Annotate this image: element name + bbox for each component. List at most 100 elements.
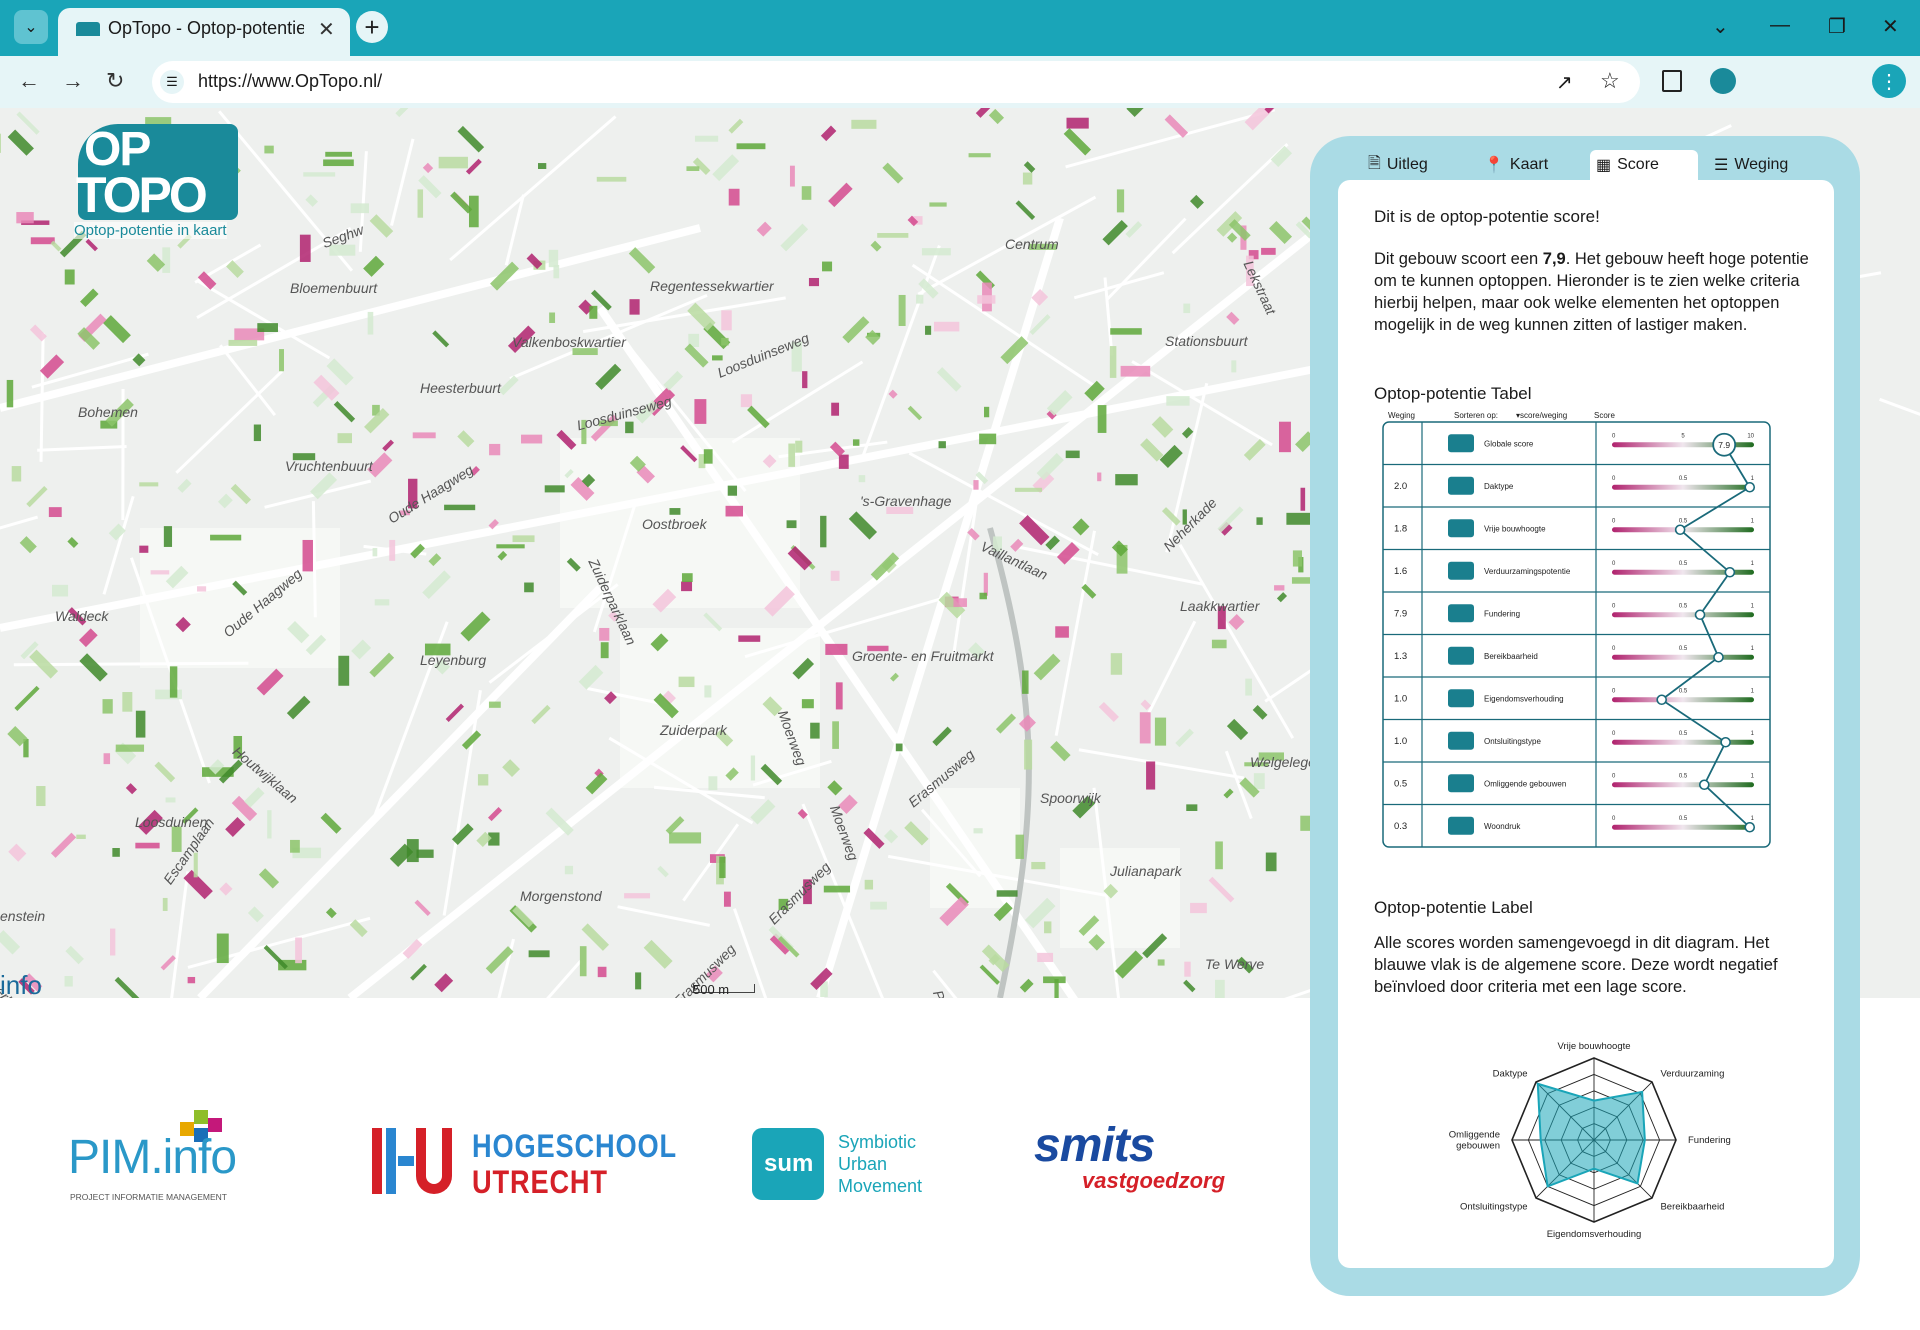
map-building-score[interactable] (1097, 405, 1107, 433)
map-building-score[interactable] (643, 939, 673, 969)
map-building-score[interactable] (578, 664, 604, 690)
map-building-score[interactable] (1109, 346, 1117, 378)
map-building-score[interactable] (883, 829, 899, 844)
map-building-score[interactable] (67, 536, 79, 548)
map-building-score[interactable] (50, 832, 77, 858)
tab-list-button[interactable]: ⌄ (14, 10, 48, 44)
map-building-score[interactable] (1276, 592, 1288, 603)
map-building-score[interactable] (1256, 517, 1263, 525)
url-text[interactable]: https://www.OpTopo.nl/ (198, 71, 382, 92)
map-building-score[interactable] (629, 299, 640, 315)
map-building-score[interactable] (1120, 365, 1151, 377)
map-building-score[interactable] (842, 316, 870, 344)
map-building-score[interactable] (531, 704, 551, 725)
map-building-score[interactable] (1211, 639, 1227, 649)
map-building-score[interactable] (1228, 614, 1245, 630)
map-building-score[interactable] (410, 963, 427, 981)
map-building-score[interactable] (628, 247, 656, 274)
map-building-score[interactable] (414, 899, 431, 916)
map-building-score[interactable] (686, 166, 700, 171)
map-building-score[interactable] (1183, 979, 1196, 993)
map-building-score[interactable] (795, 440, 803, 453)
tab-close-icon[interactable]: ✕ (318, 17, 335, 42)
map-building-score[interactable] (1223, 788, 1234, 799)
map-building-score[interactable] (823, 885, 851, 893)
row-score-marker[interactable] (1656, 694, 1668, 706)
bookmark-star-icon[interactable]: ☆ (1600, 68, 1620, 94)
map-building-score[interactable] (1015, 834, 1024, 859)
map-building-score[interactable] (521, 434, 543, 444)
map-building-score[interactable] (932, 726, 952, 747)
map-building-score[interactable] (890, 672, 899, 682)
map-building-score[interactable] (703, 449, 713, 464)
map-building-score[interactable] (187, 976, 196, 984)
map-building-score[interactable] (820, 515, 827, 548)
map-building-score[interactable] (788, 443, 796, 467)
map-building-score[interactable] (1019, 978, 1034, 993)
map-building-score[interactable] (217, 493, 233, 509)
map-building-score[interactable] (858, 475, 866, 483)
map-building-score[interactable] (600, 642, 609, 659)
map-building-score[interactable] (1072, 518, 1090, 536)
map-building-score[interactable] (338, 655, 350, 686)
map-building-score[interactable] (103, 753, 111, 765)
map-building-score[interactable] (320, 812, 342, 834)
map-building-score[interactable] (512, 906, 534, 928)
map-building-score[interactable] (995, 713, 1017, 734)
map-building-score[interactable] (916, 294, 924, 304)
map-building-score[interactable] (1186, 804, 1198, 811)
map-building-score[interactable] (895, 743, 903, 752)
map-building-score[interactable] (708, 776, 718, 791)
row-score-marker[interactable] (1720, 736, 1731, 748)
map-building-score[interactable] (727, 485, 738, 496)
map-building-score[interactable] (125, 783, 137, 795)
reload-icon[interactable]: ↻ (106, 68, 124, 94)
map-building-score[interactable] (1190, 902, 1207, 914)
map-building-score[interactable] (888, 389, 898, 399)
map-building-score[interactable] (694, 399, 707, 424)
map-building-score[interactable] (8, 843, 27, 862)
map-building-score[interactable] (848, 511, 878, 540)
map-building-score[interactable] (48, 507, 62, 518)
map-building-score[interactable] (350, 203, 370, 214)
map-building-score[interactable] (838, 454, 849, 469)
map-building-score[interactable] (76, 834, 86, 839)
map-building-score[interactable] (1110, 653, 1123, 675)
map-building-score[interactable] (669, 508, 681, 515)
map-building-score[interactable] (395, 108, 418, 118)
map-building-score[interactable] (1261, 247, 1276, 255)
map-building-score[interactable] (549, 312, 556, 323)
map-building-score[interactable] (489, 443, 501, 456)
map-building-score[interactable] (828, 182, 853, 208)
map-building-score[interactable] (728, 188, 740, 206)
map-building-score[interactable] (663, 370, 684, 391)
map-building-score[interactable] (687, 302, 716, 331)
map-building-score[interactable] (564, 865, 574, 875)
map-building-score[interactable] (374, 599, 390, 606)
map-building-score[interactable] (11, 466, 22, 482)
map-building-score[interactable] (502, 759, 520, 778)
map-building-score[interactable] (122, 692, 133, 712)
map-building-score[interactable] (721, 337, 729, 346)
map-building-score[interactable] (977, 295, 996, 304)
map-building-score[interactable] (786, 520, 797, 529)
map-building-score[interactable] (1015, 200, 1036, 220)
map-building-score[interactable] (305, 194, 318, 207)
map-building-score[interactable] (669, 832, 702, 844)
map-building-score[interactable] (712, 355, 723, 361)
map-building-score[interactable] (325, 907, 337, 919)
map-building-score[interactable] (678, 676, 695, 688)
map-building-score[interactable] (750, 755, 756, 781)
map-building-score[interactable] (973, 828, 983, 834)
map-building-score[interactable] (537, 163, 547, 169)
map-building-score[interactable] (1215, 979, 1225, 998)
map-building-score[interactable] (1066, 117, 1089, 129)
map-building-score[interactable] (1175, 728, 1194, 748)
map-building-score[interactable] (1023, 161, 1036, 173)
map-building-score[interactable] (831, 402, 840, 416)
map-building-score[interactable] (333, 400, 356, 423)
map-building-score[interactable] (488, 701, 501, 708)
map-building-score[interactable] (635, 972, 642, 990)
map-building-score[interactable] (822, 261, 833, 272)
map-building-score[interactable] (1278, 421, 1291, 453)
